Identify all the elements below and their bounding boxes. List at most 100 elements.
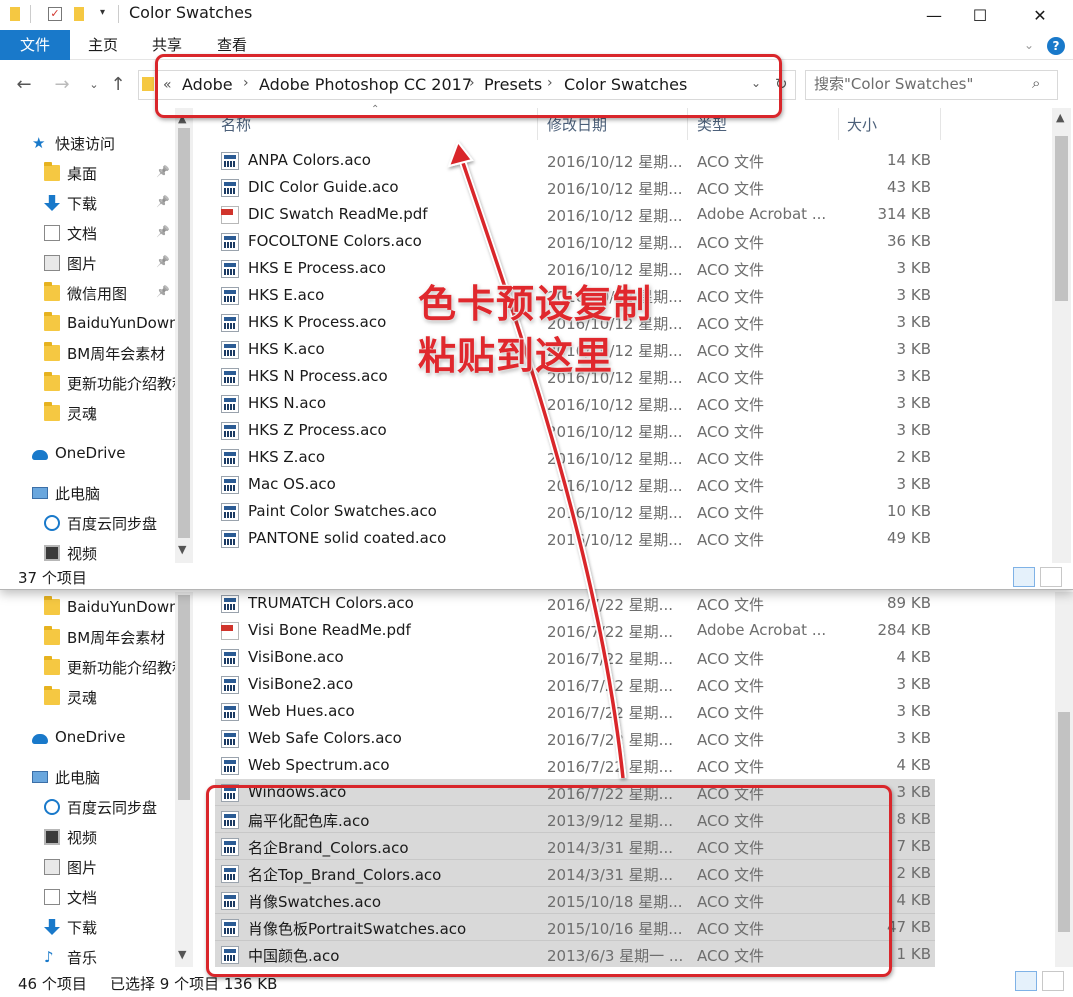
bg-sidebar-scroll-thumb[interactable]	[178, 595, 190, 800]
column-divider[interactable]	[838, 108, 839, 140]
file-row[interactable]: TRUMATCH Colors.aco 2016/7/22 星期... ACO 文件…	[215, 590, 935, 617]
new-folder-icon[interactable]	[74, 7, 84, 21]
file-row[interactable]: Web Safe Colors.aco 2016/7/22 星期... ACO 文件…	[215, 725, 935, 752]
sidebar-scroll-down-icon[interactable]: ▼	[178, 543, 186, 556]
file-row[interactable]: VisiBone.aco 2016/7/22 星期... ACO 文件 4 KB	[215, 644, 935, 671]
sidebar-item-label: OneDrive	[55, 728, 126, 746]
column-divider[interactable]	[940, 108, 941, 140]
large-icons-view-icon[interactable]	[1042, 971, 1064, 991]
quick-access-dropdown-icon[interactable]: ▾	[100, 7, 105, 18]
sidebar-item[interactable]: 视频	[0, 822, 175, 852]
file-row[interactable]: HKS N.aco 2016/10/12 星期... ACO 文件 3 KB	[215, 390, 935, 417]
sidebar-item[interactable]: 百度云同步盘	[0, 792, 175, 822]
close-button[interactable]: ✕	[1017, 0, 1063, 30]
details-view-icon[interactable]	[1015, 971, 1037, 991]
file-row[interactable]: DIC Swatch ReadMe.pdf 2016/10/12 星期... Ado…	[215, 201, 935, 228]
file-row[interactable]: Mac OS.aco 2016/10/12 星期... ACO 文件 3 KB	[215, 471, 935, 498]
sidebar-item[interactable]: 更新功能介绍教程	[0, 652, 175, 682]
file-row[interactable]: VisiBone2.aco 2016/7/22 星期... ACO 文件 3 KB	[215, 671, 935, 698]
file-row[interactable]: HKS Z.aco 2016/10/12 星期... ACO 文件 2 KB	[215, 444, 935, 471]
sidebar-item[interactable]: 文档	[0, 882, 175, 912]
maximize-button[interactable]: ☐	[957, 0, 1003, 30]
sidebar-item-label: OneDrive	[55, 444, 126, 462]
sidebar-item[interactable]: BM周年会素材	[0, 338, 175, 368]
sidebar-scroll-thumb[interactable]	[178, 128, 190, 538]
sidebar-item-label: 快速访问	[55, 134, 116, 153]
file-row[interactable]: Visi Bone ReadMe.pdf 2016/7/22 星期... Adobe…	[215, 617, 935, 644]
column-size[interactable]: 大小	[847, 114, 877, 135]
sidebar-item[interactable]: 此电脑	[0, 762, 175, 792]
sidebar-item[interactable]: 下载 📌	[0, 188, 175, 218]
minimize-button[interactable]: —	[911, 0, 957, 30]
list-scroll-thumb[interactable]	[1055, 136, 1068, 301]
sidebar-item-label: BM周年会素材	[67, 628, 166, 647]
sidebar-item[interactable]: BaiduYunDown	[0, 308, 175, 338]
file-row[interactable]: Web Spectrum.aco 2016/7/22 星期... ACO 文件 4 K…	[215, 752, 935, 779]
sidebar-item[interactable]: 文档 📌	[0, 218, 175, 248]
properties-icon[interactable]: ✓	[48, 7, 62, 21]
sidebar-item[interactable]: 图片 📌	[0, 248, 175, 278]
aco-file-icon	[221, 703, 239, 721]
bg-list-scrollbar[interactable]	[1055, 592, 1073, 967]
aco-file-icon	[221, 368, 239, 386]
tab-home[interactable]: 主页	[74, 30, 132, 60]
sidebar-item-label: 此电脑	[55, 484, 101, 503]
file-date: 2016/7/22 星期...	[547, 650, 673, 668]
list-scrollbar[interactable]	[1052, 108, 1071, 563]
sidebar-item[interactable]: 更新功能介绍教程	[0, 368, 175, 398]
details-view-icon[interactable]	[1013, 567, 1035, 587]
file-row[interactable]: FOCOLTONE Colors.aco 2016/10/12 星期... ACO …	[215, 228, 935, 255]
sidebar-item[interactable]: ★ 快速访问	[0, 128, 175, 158]
forward-arrow-icon[interactable]: →	[50, 72, 74, 96]
file-row[interactable]: DIC Color Guide.aco 2016/10/12 星期... ACO 文…	[215, 174, 935, 201]
sidebar-item[interactable]: BaiduYunDown	[0, 592, 175, 622]
back-arrow-icon[interactable]: ←	[12, 72, 36, 96]
sidebar-item[interactable]: 微信用图 📌	[0, 278, 175, 308]
aco-file-icon	[221, 395, 239, 413]
pin-icon[interactable]: 📌	[156, 165, 170, 178]
bg-list-scroll-thumb[interactable]	[1058, 712, 1070, 932]
sidebar-item[interactable]: 图片	[0, 852, 175, 882]
file-size: 43 KB	[887, 178, 931, 196]
help-icon[interactable]: ?	[1047, 37, 1065, 55]
sidebar-item[interactable]: 百度云同步盘	[0, 508, 175, 538]
file-row[interactable]: PANTONE solid coated.aco 2016/10/12 星期...…	[215, 525, 935, 552]
cloud-icon	[32, 734, 48, 744]
pin-icon[interactable]: 📌	[156, 195, 170, 208]
annotation-text: 色卡预设复制 粘贴到这里	[417, 278, 653, 382]
pin-icon[interactable]: 📌	[156, 255, 170, 268]
file-row[interactable]: ANPA Colors.aco 2016/10/12 星期... ACO 文件 14 …	[215, 147, 935, 174]
pin-icon[interactable]: 📌	[156, 285, 170, 298]
recent-locations-icon[interactable]: ⌄	[82, 72, 106, 96]
sidebar-item-label: 更新功能介绍教程	[67, 374, 175, 393]
folder-icon	[44, 402, 60, 421]
file-size: 49 KB	[887, 529, 931, 547]
sidebar-item-label: 视频	[67, 828, 98, 847]
sidebar-item[interactable]: OneDrive	[0, 722, 175, 752]
pin-icon[interactable]: 📌	[156, 225, 170, 238]
sidebar-item[interactable]: 此电脑	[0, 478, 175, 508]
expand-ribbon-icon[interactable]: ⌄	[1024, 38, 1034, 52]
file-size: 314 KB	[877, 205, 931, 223]
annotation-line-1: 色卡预设复制	[417, 281, 653, 327]
file-row[interactable]: Paint Color Swatches.aco 2016/10/12 星期...…	[215, 498, 935, 525]
file-row[interactable]: Web Hues.aco 2016/7/22 星期... ACO 文件 3 KB	[215, 698, 935, 725]
sidebar-item[interactable]: 灵魂	[0, 398, 175, 428]
folder-icon	[44, 372, 60, 391]
sidebar-item[interactable]: OneDrive	[0, 438, 175, 468]
bg-sidebar-scroll-down-icon[interactable]: ▼	[178, 948, 186, 961]
tab-file[interactable]: 文件	[0, 30, 70, 60]
search-icon[interactable]: ⌕	[1032, 74, 1040, 92]
sidebar-item[interactable]: 灵魂	[0, 682, 175, 712]
search-box[interactable]: ⌕	[805, 70, 1058, 100]
sidebar-item[interactable]: 下载	[0, 912, 175, 942]
file-row[interactable]: HKS Z Process.aco 2016/10/12 星期... ACO 文件 3…	[215, 417, 935, 444]
search-input[interactable]	[814, 75, 1029, 93]
list-scroll-up-icon[interactable]: ▲	[1056, 111, 1064, 124]
file-name: Visi Bone ReadMe.pdf	[248, 621, 411, 639]
sidebar-item[interactable]: BM周年会素材	[0, 622, 175, 652]
large-icons-view-icon[interactable]	[1040, 567, 1062, 587]
sidebar-item[interactable]: 桌面 📌	[0, 158, 175, 188]
file-date: 2016/7/22 星期...	[547, 704, 673, 722]
up-arrow-icon[interactable]: ↑	[106, 72, 130, 96]
